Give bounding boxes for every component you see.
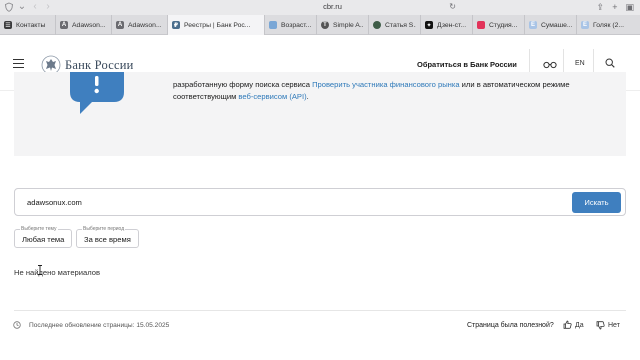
tab-label: Adawson... (72, 21, 106, 29)
privacy-shield-icon[interactable] (4, 2, 14, 12)
info-banner: разработанную форму поиска сервиса Прове… (14, 72, 626, 156)
search-icon[interactable] (605, 58, 615, 68)
tab-article[interactable]: Статья S... (369, 15, 421, 35)
footer-divider (14, 310, 626, 311)
text-cursor-icon (38, 265, 42, 275)
chevron-down-icon[interactable]: ⌄ (17, 1, 27, 13)
letter-e-icon: E (529, 21, 537, 29)
tab-label: Дзен-ст... (437, 21, 467, 29)
banner-text-part: разработанную форму поиска сервиса (173, 80, 313, 89)
share-icon[interactable]: ⇪ (597, 1, 605, 13)
tab-dzen[interactable]: ✦ Дзен-ст... (421, 15, 473, 35)
search-value: adawsonux.com (27, 198, 82, 207)
tab-adawson-2[interactable]: A Adawson... (112, 15, 168, 35)
tab-registries[interactable]: ₽ Реестры | Банк Рос... (168, 15, 265, 35)
tab-adawson-1[interactable]: A Adawson... (56, 15, 112, 35)
tab-label: Голяк (2... (593, 21, 625, 29)
last-updated: Последнее обновление страницы: 15.05.202… (29, 322, 170, 329)
tab-label: Реестры | Банк Рос... (184, 21, 251, 29)
letter-a-icon: A (60, 21, 68, 29)
period-select[interactable]: Выберите период За все время (76, 226, 139, 248)
period-select-value: За все время (84, 235, 131, 244)
no-results-message: Не найдено материалов (14, 268, 101, 277)
forward-icon[interactable]: › (43, 1, 53, 13)
browser-actions: ⇪ + ▣ (597, 1, 634, 13)
tab-studio[interactable]: Студия... (473, 15, 525, 35)
back-icon[interactable]: ‹ (30, 1, 40, 13)
logo-text[interactable]: Банк России (65, 58, 134, 73)
tab-simple-a[interactable]: T Simple A... (317, 15, 369, 35)
bank-russia-icon: ₽ (172, 21, 180, 29)
language-switch[interactable]: EN (575, 60, 585, 67)
topic-select-legend: Выберите тему (20, 226, 58, 232)
helpful-question: Страница была полезной? (467, 322, 554, 329)
browser-toolbar: ⌄ ‹ › cbr.ru ↻ ⇪ + ▣ (0, 0, 640, 15)
period-select-legend: Выберите период (82, 226, 126, 232)
check-participant-link[interactable]: Проверить участника финансового рынка (312, 80, 460, 89)
banner-text-part: . (306, 92, 309, 101)
helpful-no-button[interactable]: Нет (608, 322, 620, 329)
clock-icon (13, 321, 21, 329)
letter-a-icon: A (116, 21, 124, 29)
tab-overview-icon[interactable]: ▣ (625, 1, 634, 13)
search-input[interactable]: adawsonux.com Искать (14, 188, 626, 216)
tab-label: Статья S... (385, 21, 416, 29)
tab-bar: ☰ Контакты A Adawson... A Adawson... ₽ Р… (0, 15, 640, 35)
dzen-icon: ✦ (425, 21, 433, 29)
new-tab-icon[interactable]: + (612, 1, 617, 13)
contact-bank-link[interactable]: Обратиться в Банк России (417, 60, 517, 69)
letter-e-icon: E (581, 21, 589, 29)
studio-icon (477, 21, 485, 29)
thumbs-down-icon[interactable] (596, 321, 605, 330)
info-speech-bubble-icon (70, 72, 124, 114)
search-button[interactable]: Искать (572, 192, 621, 213)
api-webservice-link[interactable]: веб-сервисом (API) (238, 92, 306, 101)
reload-icon[interactable]: ↻ (449, 1, 456, 13)
tab-golyak[interactable]: E Голяк (2... (577, 15, 638, 35)
accessibility-glasses-icon[interactable] (543, 59, 557, 69)
url-text: cbr.ru (323, 2, 342, 11)
topic-select-value: Любая тема (22, 235, 65, 244)
address-bar[interactable]: cbr.ru ↻ (205, 1, 460, 13)
tab-label: Контакты (16, 21, 46, 29)
t-icon: T (321, 21, 329, 29)
tab-label: Сумаше... (541, 21, 572, 29)
tab-sumashe[interactable]: E Сумаше... (525, 15, 577, 35)
contacts-icon: ☰ (4, 21, 12, 29)
helpful-yes-button[interactable]: Да (575, 322, 584, 329)
banner-text: разработанную форму поиска сервиса Прове… (173, 79, 603, 103)
globe-icon (373, 21, 381, 29)
image-icon (269, 21, 277, 29)
topic-select[interactable]: Выберите тему Любая тема (14, 226, 72, 248)
tab-label: Simple A... (333, 21, 364, 29)
nav-controls: ⌄ ‹ › (4, 1, 53, 13)
tab-contacts[interactable]: ☰ Контакты (0, 15, 56, 35)
tab-label: Студия... (489, 21, 518, 29)
tab-age[interactable]: Возраст... (265, 15, 317, 35)
menu-icon[interactable] (13, 59, 24, 68)
thumbs-up-icon[interactable] (563, 320, 572, 329)
tab-label: Adawson... (128, 21, 162, 29)
tab-label: Возраст... (281, 21, 312, 29)
